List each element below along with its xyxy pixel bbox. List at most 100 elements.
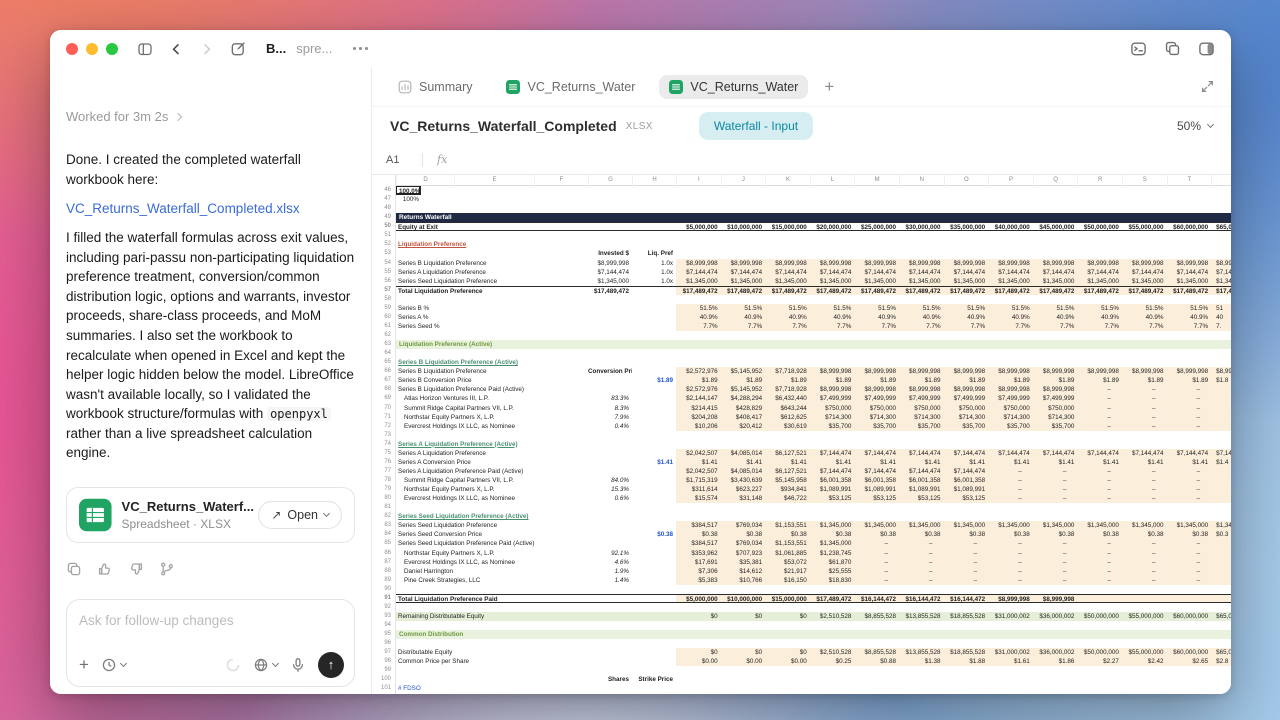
cell[interactable] bbox=[676, 186, 721, 195]
cell[interactable]: $35,700 bbox=[1033, 422, 1078, 431]
cell[interactable] bbox=[1122, 186, 1167, 195]
cell[interactable]: $60,000,000 bbox=[1167, 648, 1212, 657]
cell[interactable] bbox=[1211, 594, 1231, 603]
cell[interactable] bbox=[676, 195, 721, 204]
cell[interactable]: 15.3% bbox=[588, 485, 632, 494]
row-label[interactable]: Series Seed Conversion Price bbox=[396, 530, 588, 539]
cell[interactable] bbox=[632, 385, 676, 394]
cell[interactable]: – bbox=[1077, 467, 1122, 476]
row-number[interactable]: 94 bbox=[372, 621, 396, 630]
cell[interactable] bbox=[1167, 594, 1212, 603]
cell[interactable]: – bbox=[1077, 485, 1122, 494]
cell[interactable]: $0.38 bbox=[676, 530, 721, 539]
column-header[interactable]: I bbox=[676, 175, 721, 186]
cell[interactable]: $7,144,474 bbox=[810, 268, 855, 277]
cell[interactable] bbox=[1211, 539, 1231, 548]
cell[interactable]: – bbox=[1033, 485, 1078, 494]
section-title[interactable]: Series B Liquidation Preference (Active) bbox=[396, 358, 676, 367]
cell[interactable]: 51.5% bbox=[676, 304, 721, 313]
cell[interactable]: 40.9% bbox=[765, 313, 810, 322]
cell[interactable] bbox=[632, 684, 676, 693]
cell[interactable]: – bbox=[899, 576, 944, 585]
cell[interactable]: 40.9% bbox=[1077, 313, 1122, 322]
column-header[interactable]: R bbox=[1077, 175, 1122, 186]
cell[interactable]: 7.7% bbox=[1167, 322, 1212, 331]
column-header[interactable]: S bbox=[1122, 175, 1167, 186]
cell[interactable] bbox=[1211, 476, 1231, 485]
cell[interactable]: – bbox=[1033, 567, 1078, 576]
cell[interactable]: $7,144,474 bbox=[854, 449, 899, 458]
thumbs-down-button[interactable] bbox=[128, 561, 144, 577]
column-header[interactable]: Q bbox=[1033, 175, 1078, 186]
worked-status[interactable]: Worked for 3m 2s bbox=[66, 109, 355, 124]
cell[interactable]: $7,144,474 bbox=[1033, 268, 1078, 277]
cell[interactable]: – bbox=[944, 539, 989, 548]
cell[interactable]: $35,381 bbox=[721, 558, 766, 567]
cell[interactable]: $1.41 bbox=[1033, 458, 1078, 467]
row-label[interactable]: Series B Liquidation Preference Paid (Ac… bbox=[396, 385, 588, 394]
chat-input-box[interactable]: + bbox=[66, 599, 355, 687]
cell[interactable]: – bbox=[1077, 476, 1122, 485]
cell[interactable]: 7. bbox=[1211, 322, 1231, 331]
row-label[interactable]: Northstar Equity Partners X, L.P. bbox=[396, 413, 588, 422]
row-number[interactable]: 47 bbox=[372, 195, 396, 204]
cell[interactable]: $7,144,474 bbox=[899, 467, 944, 476]
row-number[interactable]: 101 bbox=[372, 684, 396, 693]
row-number[interactable]: 89 bbox=[372, 576, 396, 585]
cell[interactable]: $8,999,998 bbox=[988, 385, 1033, 394]
cell[interactable]: $0.38 bbox=[810, 530, 855, 539]
cell[interactable]: $1.86 bbox=[1033, 657, 1078, 666]
section-title[interactable]: Liquidation Preference bbox=[396, 240, 676, 249]
cell[interactable]: $707,923 bbox=[721, 549, 766, 558]
copy-message-button[interactable] bbox=[66, 561, 82, 577]
cell[interactable]: $0.38 bbox=[944, 530, 989, 539]
cell[interactable]: $1.41 bbox=[988, 458, 1033, 467]
cell[interactable]: $10,000,000 bbox=[721, 594, 766, 603]
cell[interactable]: $0 bbox=[765, 648, 810, 657]
minimize-window-button[interactable] bbox=[86, 43, 98, 55]
cell[interactable]: $2,572,976 bbox=[676, 367, 721, 376]
cell[interactable]: $1,345,000 bbox=[944, 521, 989, 530]
cell[interactable]: $214,415 bbox=[676, 404, 721, 413]
cell[interactable] bbox=[765, 684, 810, 693]
cell[interactable]: – bbox=[899, 558, 944, 567]
section-title[interactable]: Returns Waterfall bbox=[396, 213, 1231, 222]
cell[interactable]: $1,34 bbox=[1211, 277, 1231, 286]
column-header[interactable]: L bbox=[810, 175, 855, 186]
cell[interactable]: $769,034 bbox=[721, 539, 766, 548]
cell[interactable]: $1,345,000 bbox=[721, 277, 766, 286]
cell[interactable]: $7,306 bbox=[676, 567, 721, 576]
cell[interactable]: – bbox=[1167, 485, 1212, 494]
cell[interactable]: $5,145,952 bbox=[721, 385, 766, 394]
row-number[interactable]: 84 bbox=[372, 530, 396, 539]
cell[interactable]: $8,999,998 bbox=[1077, 367, 1122, 376]
cell[interactable] bbox=[1122, 684, 1167, 693]
row-label[interactable]: 100% bbox=[396, 195, 421, 204]
cell[interactable]: 4.6% bbox=[588, 558, 632, 567]
cell[interactable] bbox=[1211, 404, 1231, 413]
cell[interactable]: 8.3% bbox=[588, 404, 632, 413]
column-header[interactable]: D bbox=[396, 175, 454, 186]
cell[interactable]: $7,144,474 bbox=[1167, 449, 1212, 458]
cell[interactable]: $7,499,999 bbox=[1033, 394, 1078, 403]
cell[interactable]: $53,125 bbox=[854, 494, 899, 503]
cell[interactable]: – bbox=[1122, 549, 1167, 558]
cell[interactable]: 51.5% bbox=[1033, 304, 1078, 313]
cell[interactable]: $6,432,440 bbox=[765, 394, 810, 403]
cell[interactable]: $714,300 bbox=[899, 413, 944, 422]
row-label[interactable]: Northstar Equity Partners X, L.P. bbox=[396, 485, 588, 494]
cell[interactable] bbox=[1033, 249, 1078, 258]
attach-button[interactable]: + bbox=[79, 656, 89, 673]
row-number[interactable]: 79 bbox=[372, 485, 396, 494]
row-label[interactable]: Summit Ridge Capital Partners VII, L.P. bbox=[396, 476, 588, 485]
cell[interactable]: 7.9% bbox=[588, 413, 632, 422]
cell[interactable] bbox=[454, 186, 534, 195]
row-number[interactable]: 88 bbox=[372, 567, 396, 576]
cell[interactable]: $1.41 bbox=[899, 458, 944, 467]
cell[interactable]: $8,999,998 bbox=[676, 259, 721, 268]
empty-cell[interactable] bbox=[396, 431, 1231, 440]
tools-button[interactable] bbox=[101, 657, 126, 673]
row-number[interactable]: 63 bbox=[372, 340, 396, 349]
cell[interactable]: – bbox=[899, 539, 944, 548]
send-button[interactable]: ↑ bbox=[318, 652, 344, 678]
